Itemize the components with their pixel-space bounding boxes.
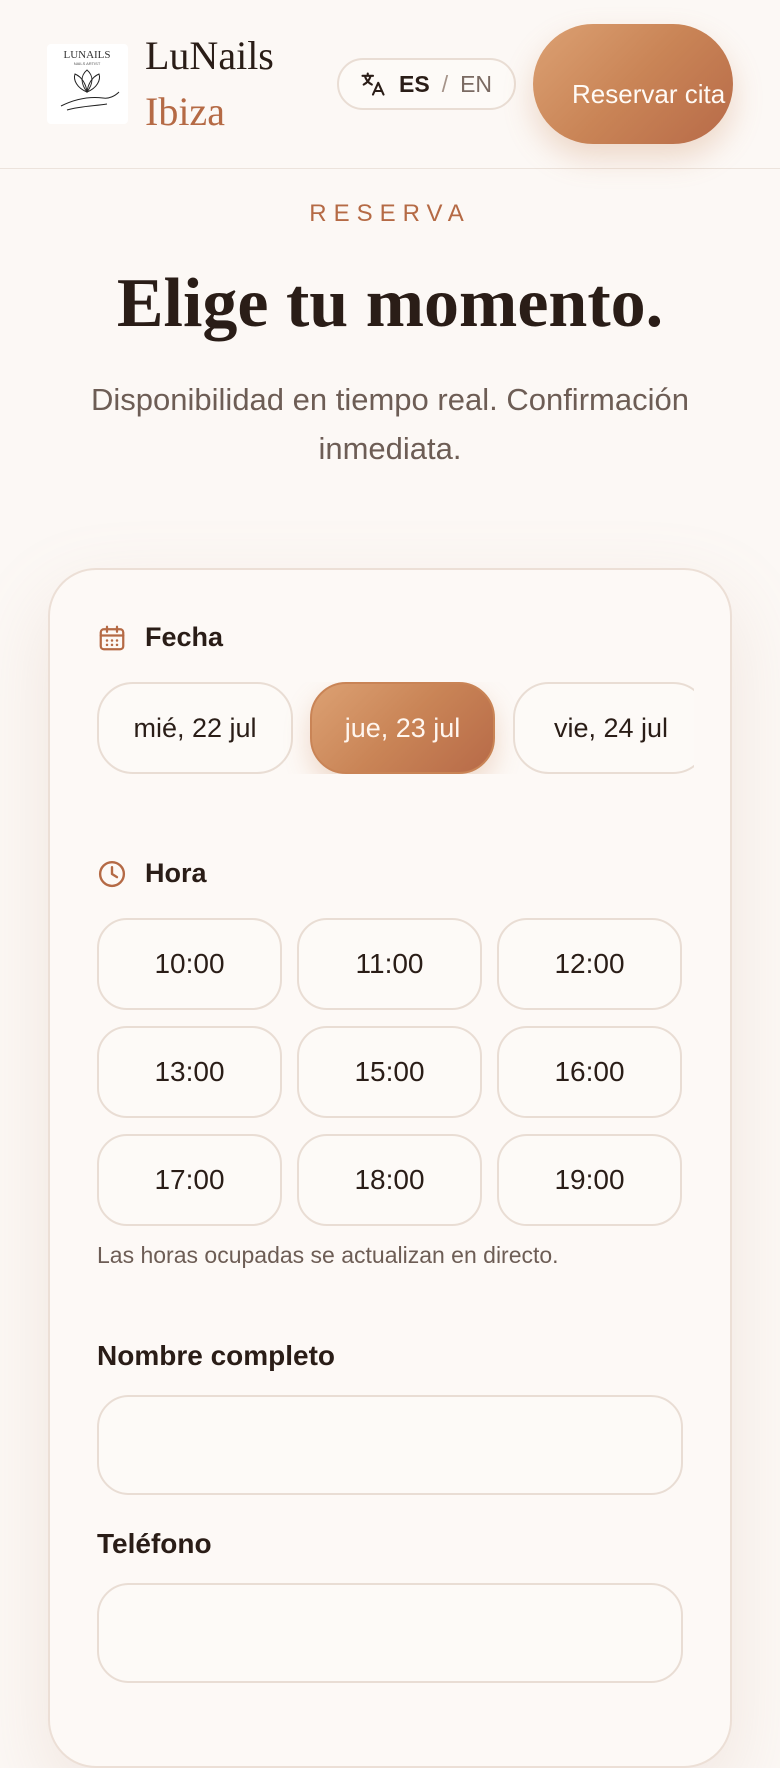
page-subtitle: Disponibilidad en tiempo real. Confirmac… — [91, 382, 689, 466]
phone-field-label: Teléfono — [97, 1528, 212, 1559]
svg-text:LUNAILS: LUNAILS — [63, 49, 110, 61]
date-option[interactable]: vie, 24 jul — [513, 682, 694, 774]
site-header: LUNAILS NAILS ARTIST LuNails Ibiza ES / … — [0, 0, 780, 169]
phone-input[interactable] — [97, 1583, 683, 1683]
full-name-input[interactable] — [97, 1395, 683, 1495]
time-slot[interactable]: 15:00 — [297, 1026, 482, 1118]
page-title: Elige tu momento. — [116, 265, 664, 342]
time-slot[interactable]: 11:00 — [297, 918, 482, 1010]
time-slot[interactable]: 17:00 — [97, 1134, 282, 1226]
translate-icon — [361, 72, 385, 96]
time-slot[interactable]: 10:00 — [97, 918, 282, 1010]
time-section-label: Hora — [97, 858, 207, 889]
availability-hint: Las horas ocupadas se actualizan en dire… — [97, 1242, 559, 1268]
date-option-selected[interactable]: jue, 23 jul — [310, 682, 495, 774]
logo[interactable]: LUNAILS NAILS ARTIST — [47, 44, 128, 124]
book-appointment-button[interactable]: Reservar cita — [533, 24, 733, 144]
date-section-label: Fecha — [97, 622, 223, 653]
date-label: Fecha — [145, 622, 224, 652]
date-option[interactable]: mié, 22 jul — [97, 682, 293, 774]
time-slot[interactable]: 13:00 — [97, 1026, 282, 1118]
time-label: Hora — [145, 858, 207, 888]
section-eyebrow: RESERVA — [309, 200, 471, 227]
svg-text:NAILS ARTIST: NAILS ARTIST — [74, 61, 101, 66]
brand-location: Ibiza — [145, 89, 225, 134]
name-field-label: Nombre completo — [97, 1340, 336, 1371]
lang-separator: / — [441, 70, 449, 97]
time-slot[interactable]: 19:00 — [497, 1134, 682, 1226]
lang-option-en[interactable]: EN — [460, 71, 492, 98]
clock-icon — [98, 860, 126, 887]
calendar-icon — [99, 625, 125, 650]
lang-option-es[interactable]: ES — [399, 71, 430, 98]
time-slot[interactable]: 12:00 — [497, 918, 682, 1010]
brand-name[interactable]: LuNails — [145, 32, 274, 80]
lotus-hand-icon: LUNAILS NAILS ARTIST — [60, 49, 120, 111]
date-selector[interactable]: mié, 22 jul jue, 23 jul vie, 24 jul — [97, 682, 694, 774]
language-switcher[interactable]: ES / EN — [337, 58, 516, 110]
time-slot[interactable]: 18:00 — [297, 1134, 482, 1226]
time-slot[interactable]: 16:00 — [497, 1026, 682, 1118]
